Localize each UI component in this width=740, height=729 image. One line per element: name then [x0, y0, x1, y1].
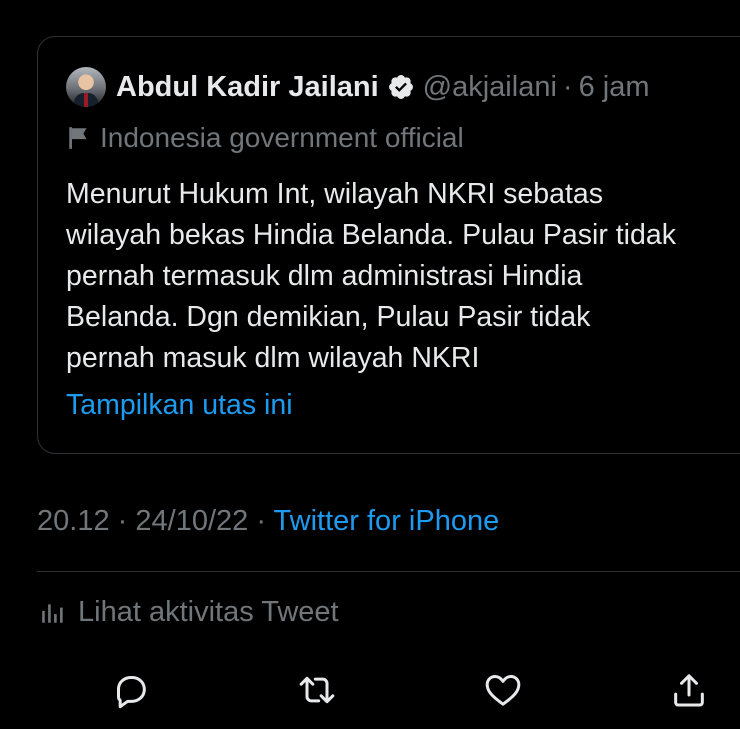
- tweet-activity-button[interactable]: Lihat aktivitas Tweet: [40, 596, 339, 629]
- tweet-text-line: pernah termasuk dlm administrasi Hindia: [66, 260, 583, 292]
- author-name[interactable]: Abdul Kadir Jailani: [116, 71, 379, 104]
- meta-time: 20.12: [37, 505, 110, 537]
- show-thread-link[interactable]: Tampilkan utas ini: [66, 389, 293, 422]
- tweet-text-line: Belanda. Dgn demikian, Pulau Pasir tidak: [66, 301, 591, 333]
- tweet-source-link[interactable]: Twitter for iPhone: [274, 505, 500, 537]
- tweet-text-line: Menurut Hukum Int, wilayah NKRI sebatas: [66, 178, 603, 210]
- bar-chart-icon: [40, 600, 66, 626]
- quoted-tweet-text: Menurut Hukum Int, wilayah NKRI sebatas …: [66, 174, 740, 379]
- tweet-meta: 20.12 · 24/10/22 · Twitter for iPhone: [37, 505, 499, 538]
- account-label-text: Indonesia government official: [100, 122, 464, 153]
- meta-separator: ·: [117, 505, 128, 537]
- meta-separator: ·: [256, 505, 266, 537]
- tweet-activity-label: Lihat aktivitas Tweet: [78, 596, 339, 628]
- quoted-tweet-author-row: Abdul Kadir Jailani @akjailani · 6 jam: [66, 67, 650, 107]
- separator: ·: [562, 70, 573, 103]
- retweet-icon[interactable]: [297, 670, 337, 710]
- share-icon[interactable]: [669, 670, 709, 710]
- tweet-text-line: wilayah bekas Hindia Belanda. Pulau Pasi…: [66, 219, 676, 251]
- meta-date: 24/10/22: [135, 505, 249, 537]
- tweet-time[interactable]: 6 jam: [579, 71, 650, 104]
- author-handle[interactable]: @akjailani: [423, 71, 557, 104]
- account-label: Indonesia government official: [66, 122, 464, 154]
- verified-badge-icon: [387, 73, 415, 101]
- reply-icon[interactable]: [111, 670, 151, 710]
- quoted-tweet-card[interactable]: Abdul Kadir Jailani @akjailani · 6 jam I…: [37, 36, 740, 454]
- tweet-text-line: pernah masuk dlm wilayah NKRI: [66, 342, 480, 374]
- flag-icon: [66, 125, 92, 151]
- like-icon[interactable]: [483, 670, 523, 710]
- divider: [37, 571, 740, 572]
- avatar[interactable]: [66, 67, 106, 107]
